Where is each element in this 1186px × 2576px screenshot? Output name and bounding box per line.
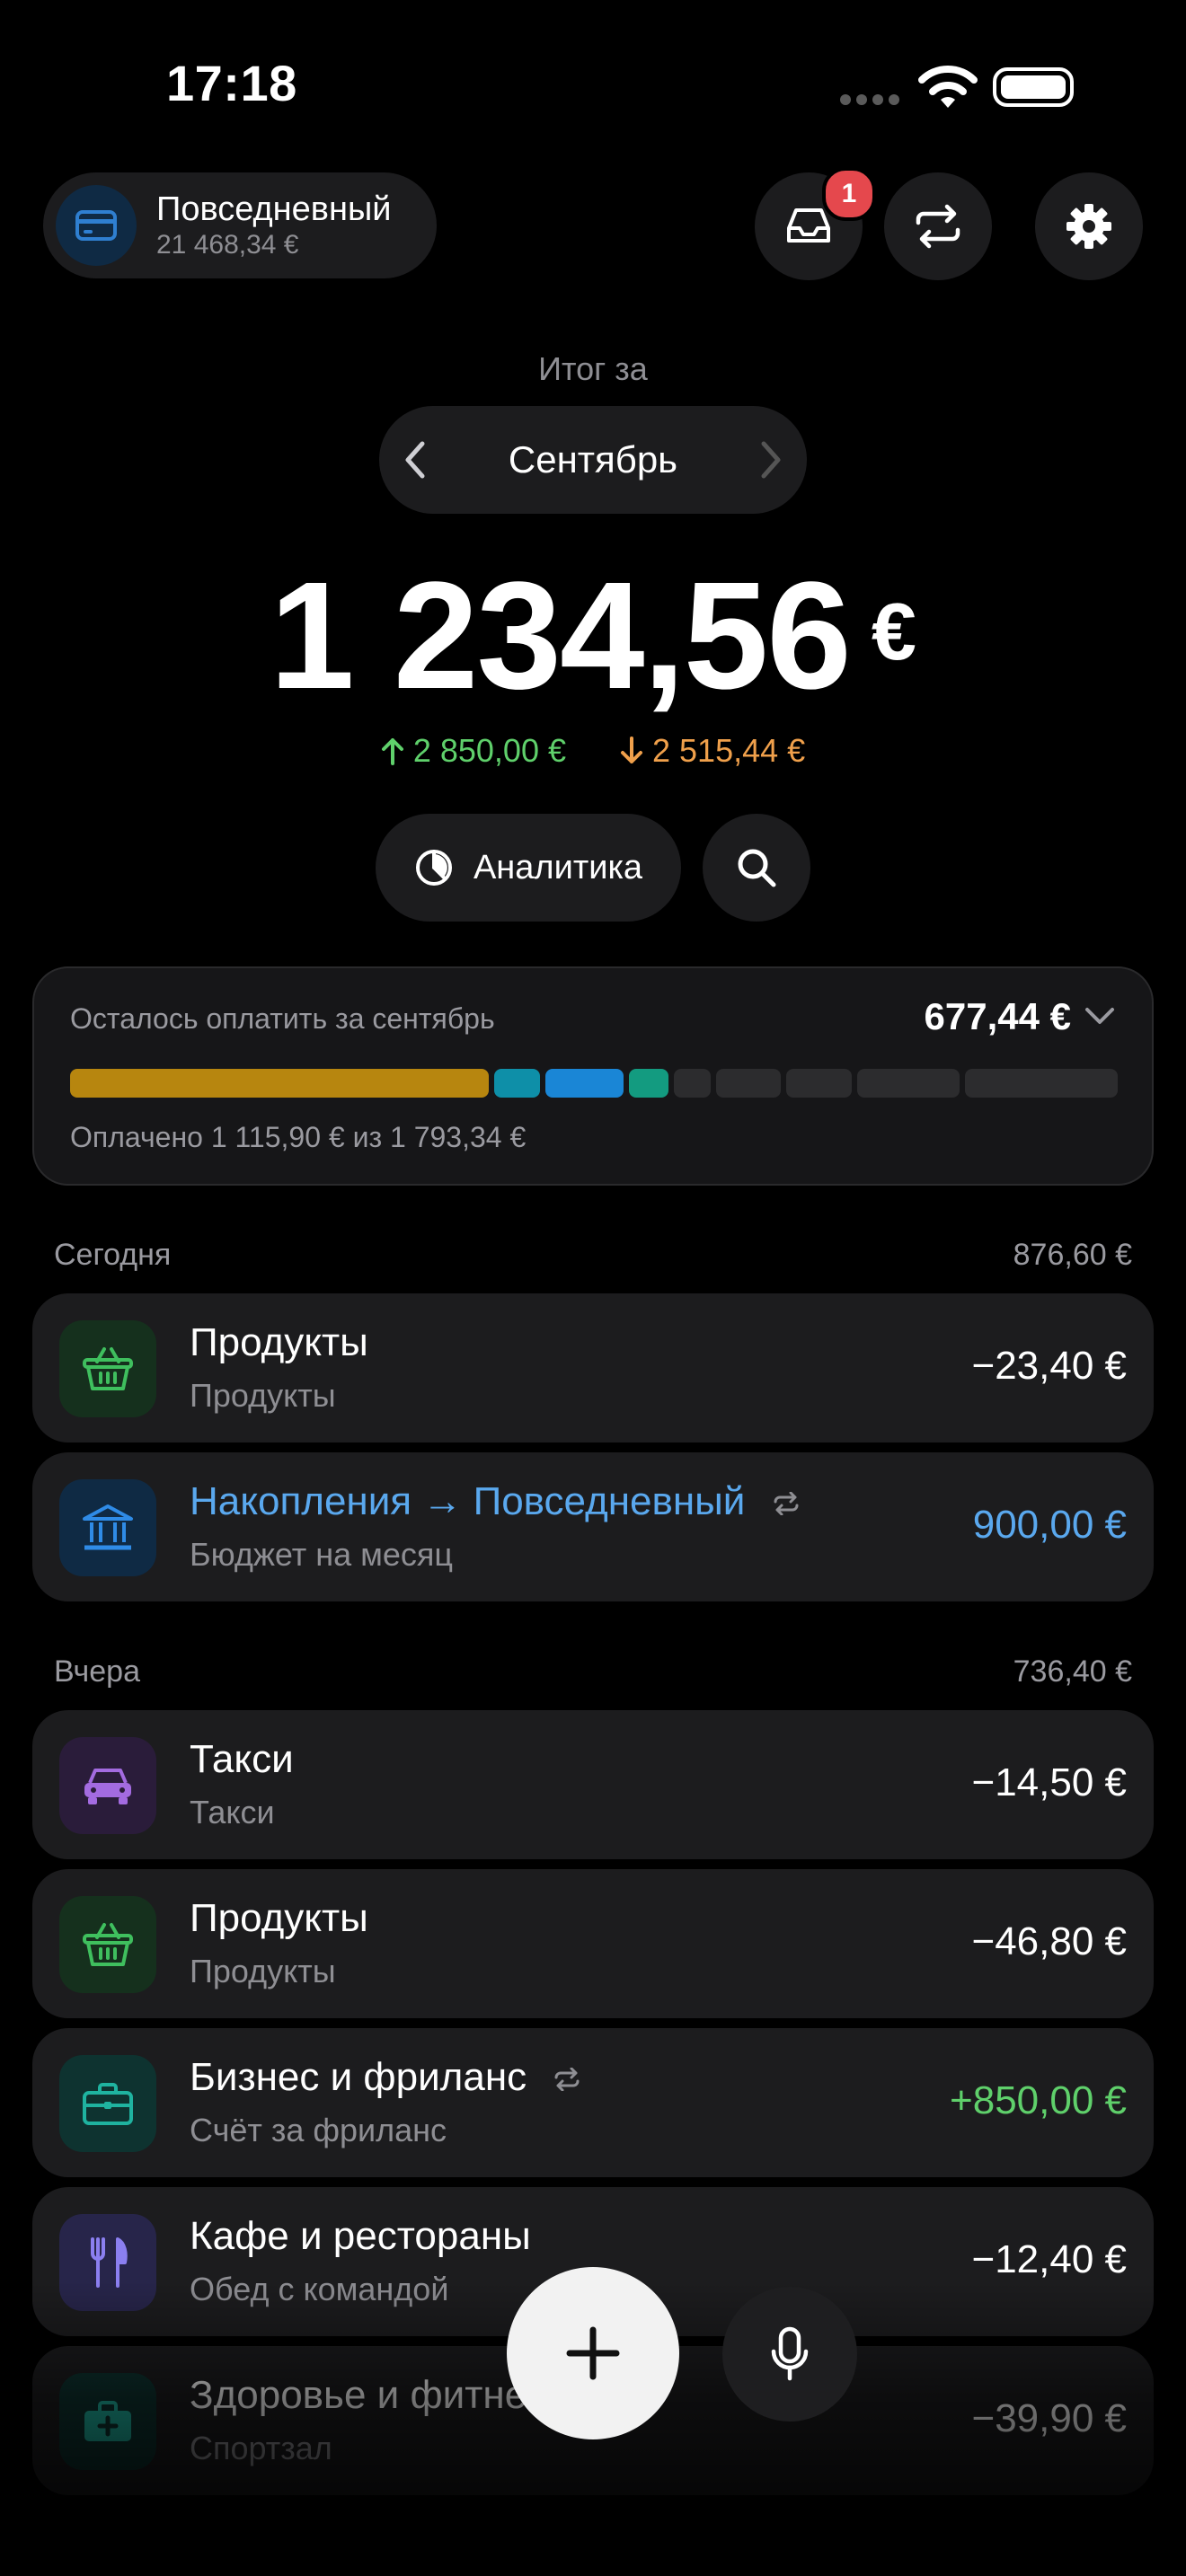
month-label: Сентябрь: [508, 438, 678, 481]
wifi-icon: [918, 66, 978, 108]
total-amount: 1 234,56 €: [0, 548, 1186, 724]
car-icon: [59, 1737, 156, 1834]
microphone-icon: [771, 2326, 809, 2381]
section-header-today: Сегодня: [54, 1238, 172, 1272]
budget-progress-bar: [70, 1069, 1118, 1098]
budget-card[interactable]: Осталось оплатить за сентябрь 677,44 € О…: [32, 966, 1154, 1186]
transfer-button[interactable]: [884, 172, 992, 280]
budget-segment: [544, 1069, 624, 1098]
account-balance: 21 468,34 €: [156, 230, 299, 260]
budget-segment: [493, 1069, 540, 1098]
gear-icon: [1067, 204, 1111, 249]
budget-segment: [856, 1069, 960, 1098]
notification-badge: 1: [822, 167, 876, 221]
pie-chart-icon: [415, 850, 452, 886]
bank-icon: [59, 1479, 156, 1576]
status-time: 17:18: [166, 55, 297, 111]
section-total-today: 876,60 €: [1013, 1238, 1132, 1272]
swap-arrows-icon: [916, 204, 960, 249]
account-name: Повседневный: [156, 190, 392, 228]
budget-segment: [715, 1069, 782, 1098]
chevron-left-icon: [405, 441, 425, 479]
transaction-row[interactable]: Такси Такси −14,50 €: [32, 1710, 1154, 1859]
transaction-title: Здоровье и фитнес: [190, 2373, 547, 2417]
transaction-subtitle: Бюджет на месяц: [190, 1536, 454, 1573]
arrow-down-icon: [621, 737, 642, 763]
transaction-title: Продукты: [190, 1896, 368, 1940]
search-icon: [738, 849, 776, 887]
briefcase-icon: [59, 2055, 156, 2152]
search-button[interactable]: [703, 814, 810, 922]
budget-segment: [629, 1069, 668, 1098]
settings-button[interactable]: [1035, 172, 1143, 280]
chevron-down-icon[interactable]: [1084, 1004, 1116, 1029]
transaction-amount: −39,90 €: [971, 2396, 1128, 2440]
recurring-icon: [554, 2068, 580, 2092]
budget-paid-text: Оплачено 1 115,90 € из 1 793,34 €: [70, 1121, 527, 1153]
transaction-title: Бизнес и фриланс: [190, 2055, 580, 2100]
transaction-title: Продукты: [190, 1320, 368, 1364]
transaction-title: Накопления → Повседневный: [190, 1479, 800, 1524]
section-header-yesterday: Вчера: [54, 1654, 140, 1689]
transaction-row[interactable]: Бизнес и фриланс Счёт за фриланс +850,00…: [32, 2028, 1154, 2177]
cellular-signal-icon: [840, 94, 903, 105]
month-selector: Сентябрь: [379, 406, 807, 514]
budget-segment: [964, 1069, 1118, 1098]
income-expense-row: 2 850,00 € 2 515,44 €: [0, 732, 1186, 770]
recurring-icon: [774, 1492, 799, 1516]
analytics-button[interactable]: Аналитика: [376, 814, 681, 922]
transaction-amount: −14,50 €: [971, 1760, 1128, 1804]
medkit-icon: [59, 2373, 156, 2470]
section-total-yesterday: 736,40 €: [1013, 1654, 1132, 1689]
expense-amount: 2 515,44 €: [620, 732, 805, 769]
battery-icon: [993, 67, 1074, 107]
transaction-row[interactable]: Накопления → Повседневный Бюджет на меся…: [32, 1452, 1154, 1601]
budget-title: Осталось оплатить за сентябрь: [70, 1002, 495, 1035]
account-selector[interactable]: Повседневный 21 468,34 €: [43, 172, 437, 278]
plus-icon: [566, 2326, 620, 2380]
total-currency: €: [871, 587, 916, 677]
basket-icon: [59, 1320, 156, 1417]
arrow-up-icon: [381, 738, 403, 765]
transaction-amount: 900,00 €: [972, 1503, 1127, 1547]
transaction-amount: −12,40 €: [971, 2237, 1128, 2281]
transaction-amount: +850,00 €: [950, 2078, 1127, 2122]
transaction-subtitle: Продукты: [190, 1953, 336, 1989]
period-label: Итог за: [538, 350, 648, 387]
budget-remaining: 677,44 €: [924, 995, 1072, 1037]
cutlery-icon: [59, 2214, 156, 2311]
total-value: 1 234,56: [270, 551, 852, 721]
analytics-label: Аналитика: [473, 848, 643, 887]
transaction-row[interactable]: Продукты Продукты −23,40 €: [32, 1293, 1154, 1442]
voice-input-button[interactable]: [722, 2287, 857, 2422]
wallet-card-icon: [56, 185, 137, 266]
transaction-subtitle: Спортзал: [190, 2430, 332, 2466]
transaction-subtitle: Продукты: [190, 1377, 336, 1414]
transaction-row[interactable]: Продукты Продукты −46,80 €: [32, 1869, 1154, 2018]
budget-segment: [786, 1069, 852, 1098]
transaction-amount: −46,80 €: [971, 1919, 1128, 1963]
chevron-right-icon: [761, 441, 781, 479]
transaction-subtitle: Такси: [190, 1794, 275, 1831]
transaction-amount: −23,40 €: [971, 1344, 1128, 1388]
transaction-subtitle: Обед с командой: [190, 2271, 449, 2307]
transaction-subtitle: Счёт за фриланс: [190, 2112, 447, 2148]
next-month-button[interactable]: [735, 406, 807, 514]
prev-month-button[interactable]: [379, 406, 451, 514]
budget-segment: [673, 1069, 711, 1098]
income-amount: 2 850,00 €: [381, 732, 575, 769]
add-transaction-button[interactable]: [507, 2267, 679, 2439]
budget-segment: [70, 1069, 489, 1098]
basket-icon: [59, 1896, 156, 1993]
transaction-title: Такси: [190, 1737, 294, 1781]
transaction-title: Кафе и рестораны: [190, 2214, 531, 2258]
